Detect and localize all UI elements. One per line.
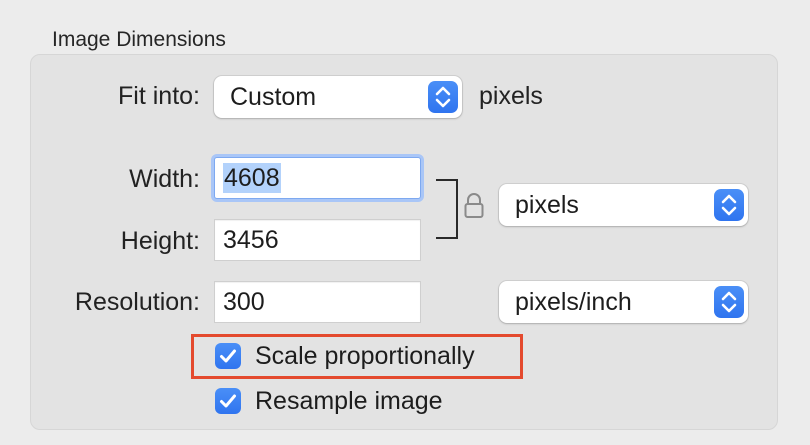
fit-into-unit-label: pixels	[479, 82, 543, 110]
chevron-updown-icon	[428, 81, 458, 113]
height-value: 3456	[223, 226, 279, 254]
resolution-field[interactable]: 300	[214, 281, 421, 323]
height-label: Height:	[120, 227, 200, 255]
resolution-value: 300	[223, 288, 265, 316]
fit-into-label: Fit into:	[118, 82, 200, 110]
height-field[interactable]: 3456	[214, 219, 421, 261]
image-dimensions-panel: Image Dimensions Fit into: Custom pixels…	[0, 0, 810, 445]
resample-image-checkbox-row[interactable]: Resample image	[215, 384, 443, 418]
width-field[interactable]: 4608	[214, 157, 421, 199]
resolution-unit-value: pixels/inch	[515, 288, 632, 316]
lock-icon[interactable]	[463, 192, 485, 220]
chevron-updown-icon	[714, 189, 744, 221]
section-title: Image Dimensions	[52, 28, 226, 51]
resample-image-checkbox[interactable]	[215, 388, 241, 414]
dimension-unit-value: pixels	[515, 191, 579, 219]
chevron-updown-icon	[714, 286, 744, 318]
resolution-unit-popup[interactable]: pixels/inch	[499, 281, 748, 323]
checkmark-icon	[220, 394, 236, 408]
annotation-highlight-box	[191, 334, 523, 379]
resolution-label: Resolution:	[74, 288, 200, 316]
width-value: 4608	[223, 163, 281, 193]
fit-into-value: Custom	[230, 83, 317, 111]
width-label: Width:	[129, 165, 200, 193]
dimension-unit-popup[interactable]: pixels	[499, 184, 748, 226]
resample-image-label: Resample image	[255, 386, 443, 415]
constrain-bracket	[436, 179, 458, 239]
fit-into-popup[interactable]: Custom	[214, 76, 462, 118]
